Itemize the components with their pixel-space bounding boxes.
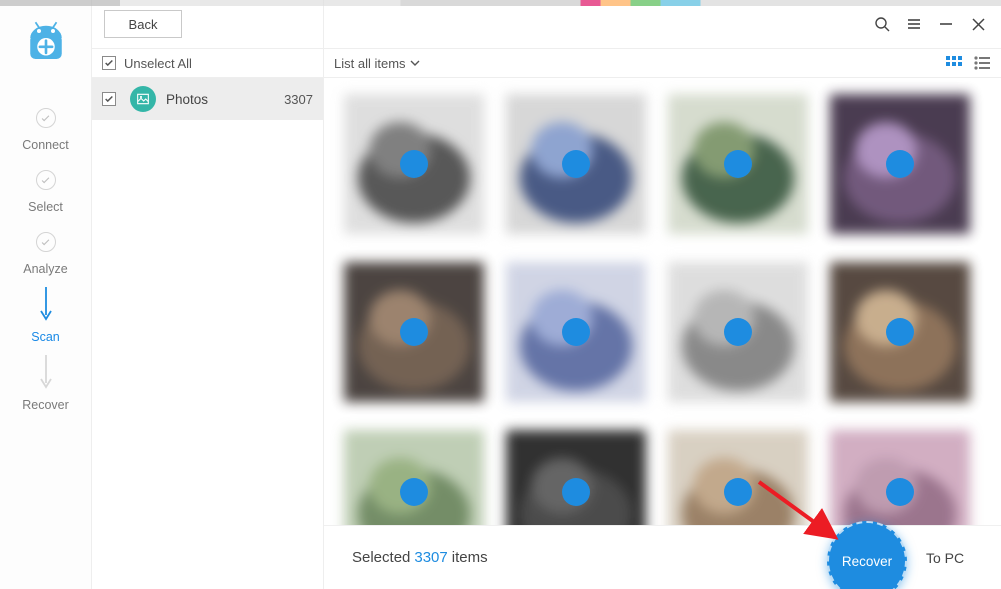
- selection-dot-icon: [400, 318, 428, 346]
- footer-bar: Selected 3307 items Recover To PC: [324, 525, 1001, 589]
- step-select[interactable]: Select: [0, 170, 91, 214]
- selected-prefix: Selected: [352, 549, 410, 566]
- selection-dot-icon: [724, 478, 752, 506]
- category-label: Photos: [166, 92, 208, 107]
- selection-dot-icon: [562, 318, 590, 346]
- hamburger-icon[interactable]: [905, 15, 923, 33]
- photo-thumbnail[interactable]: [506, 94, 646, 234]
- photo-thumbnail[interactable]: [830, 262, 970, 402]
- category-panel: Back Unselect All Photos 3307: [92, 0, 324, 589]
- photo-thumbnail[interactable]: [506, 262, 646, 402]
- category-count: 3307: [284, 92, 313, 107]
- photo-thumbnail[interactable]: [668, 94, 808, 234]
- step-analyze[interactable]: Analyze: [0, 232, 91, 276]
- photo-thumbnail[interactable]: [344, 94, 484, 234]
- step-label: Connect: [22, 138, 69, 152]
- step-label: Analyze: [23, 262, 67, 276]
- step-label: Recover: [22, 398, 69, 412]
- selection-dot-icon: [562, 478, 590, 506]
- category-item-photos[interactable]: Photos 3307: [92, 78, 323, 120]
- selection-dot-icon: [562, 150, 590, 178]
- photos-icon: [130, 86, 156, 112]
- search-icon[interactable]: [873, 15, 891, 33]
- checkbox-checked-icon[interactable]: [102, 92, 116, 106]
- app-root: Connect Select Analyze Scan Recover Back: [0, 0, 1001, 589]
- view-toggle: [945, 56, 991, 70]
- recover-button[interactable]: Recover: [827, 521, 907, 589]
- list-view-icon[interactable]: [973, 56, 991, 70]
- android-recovery-logo-icon: [18, 17, 74, 73]
- main-panel: List all items Selected 3307 items Recov…: [324, 0, 1001, 589]
- step-connect[interactable]: Connect: [0, 108, 91, 152]
- photo-thumbnail[interactable]: [830, 94, 970, 234]
- window-topbar: [324, 0, 1001, 48]
- filter-row: List all items: [324, 48, 1001, 78]
- app-logo: [0, 0, 92, 90]
- selection-dot-icon: [886, 150, 914, 178]
- selected-count: 3307: [414, 549, 447, 566]
- back-button[interactable]: Back: [104, 10, 182, 38]
- filter-label: List all items: [334, 56, 406, 71]
- check-circle-icon: [36, 170, 56, 190]
- minimize-icon[interactable]: [937, 15, 955, 33]
- thumbnail-grid: [344, 94, 989, 570]
- chevron-down-icon: [410, 58, 420, 68]
- check-circle-icon: [36, 232, 56, 252]
- step-recover[interactable]: Recover: [0, 398, 91, 412]
- step-connector-arrow: [39, 350, 53, 394]
- thumbnail-grid-scroll[interactable]: [324, 78, 1001, 589]
- grid-view-icon[interactable]: [945, 56, 963, 70]
- step-label: Scan: [31, 330, 60, 344]
- selection-dot-icon: [400, 150, 428, 178]
- select-all-row[interactable]: Unselect All: [92, 48, 323, 78]
- step-scan[interactable]: Scan: [0, 330, 91, 344]
- selection-dot-icon: [886, 318, 914, 346]
- recover-target-label: To PC: [926, 550, 964, 566]
- category-panel-header: Back: [92, 0, 323, 48]
- recover-button-label: Recover: [842, 554, 892, 569]
- progress-stepper: Connect Select Analyze Scan Recover: [0, 0, 92, 589]
- step-label: Select: [28, 200, 63, 214]
- close-icon[interactable]: [969, 15, 987, 33]
- selection-dot-icon: [724, 318, 752, 346]
- selection-dot-icon: [724, 150, 752, 178]
- checkbox-checked-icon[interactable]: [102, 56, 116, 70]
- photo-thumbnail[interactable]: [668, 262, 808, 402]
- selection-dot-icon: [886, 478, 914, 506]
- photo-thumbnail[interactable]: [344, 262, 484, 402]
- check-circle-icon: [36, 108, 56, 128]
- filter-dropdown[interactable]: List all items: [334, 56, 420, 71]
- selected-suffix: items: [452, 549, 488, 566]
- select-all-label: Unselect All: [124, 56, 192, 71]
- step-connector-arrow: [39, 282, 53, 326]
- selection-dot-icon: [400, 478, 428, 506]
